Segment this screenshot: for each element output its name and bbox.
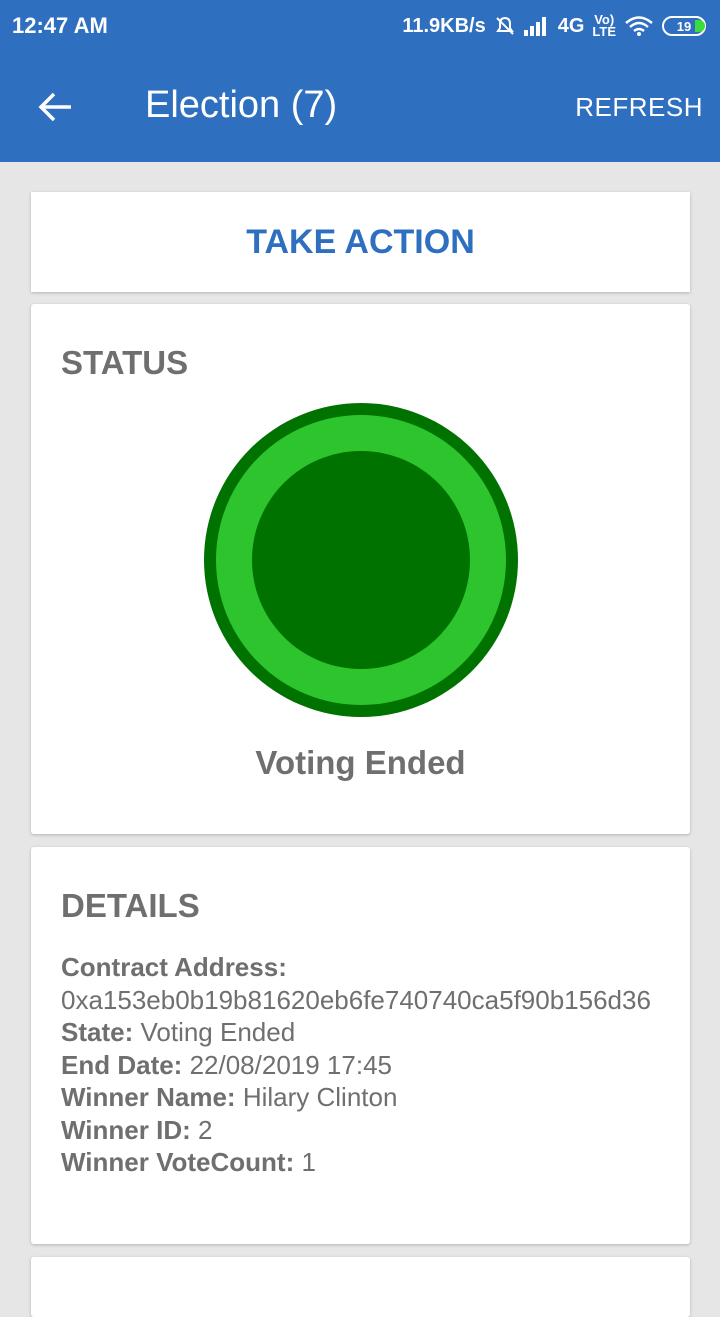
winner-name-row: Winner Name: Hilary Clinton (61, 1081, 661, 1114)
battery-icon: 19 (662, 16, 706, 36)
end-date-row: End Date: 22/08/2019 17:45 (61, 1049, 661, 1082)
winner-name-value: Hilary Clinton (242, 1082, 398, 1112)
next-card (31, 1257, 690, 1317)
network-speed: 11.9KB/s (402, 14, 486, 37)
contract-address-label: Contract Address: (61, 952, 287, 982)
winner-votecount-row: Winner VoteCount: 1 (61, 1146, 661, 1179)
status-label: Voting Ended (255, 744, 466, 781)
winner-votecount-label: Winner VoteCount: (61, 1147, 295, 1177)
network-type: 4G (557, 14, 585, 37)
contract-address-row: Contract Address: (61, 951, 661, 984)
contract-address-value: 0xa153eb0b19b81620eb6fe740740ca5f90b156d… (61, 984, 651, 1015)
status-time: 12:47 AM (12, 13, 108, 38)
state-value: Voting Ended (140, 1017, 296, 1047)
status-title: STATUS (61, 344, 189, 381)
status-bar: 12:47 AM 11.9KB/s 4G Vo) LTE 19 (0, 0, 720, 52)
winner-id-row: Winner ID: 2 (61, 1114, 661, 1147)
wifi-icon (625, 16, 653, 36)
status-indicator-ring (216, 415, 506, 705)
winner-name-label: Winner Name: (61, 1082, 236, 1112)
app-bar: Election (7) REFRESH (0, 52, 720, 162)
signal-icon (523, 17, 546, 36)
battery-level: 19 (676, 18, 692, 34)
mute-bell-icon (495, 16, 514, 35)
winner-votecount-value: 1 (301, 1147, 316, 1177)
state-label: State: (61, 1017, 134, 1047)
back-button[interactable] (30, 82, 80, 132)
state-row: State: Voting Ended (61, 1016, 661, 1049)
details-title: DETAILS (61, 887, 200, 924)
page-title: Election (7) (145, 84, 338, 126)
winner-id-label: Winner ID: (61, 1114, 191, 1145)
volte-indicator: Vo) LTE (592, 13, 616, 39)
end-date-value: 22/08/2019 17:45 (189, 1049, 392, 1080)
end-date-label: End Date: (61, 1049, 183, 1080)
status-card: STATUS Voting Ended (31, 304, 690, 834)
volte-bottom: LTE (592, 24, 616, 39)
status-indicator (204, 403, 518, 717)
status-indicator-core (252, 451, 470, 669)
status-icons: 11.9KB/s 4G Vo) LTE 19 (402, 13, 706, 39)
winner-id-value: 2 (198, 1114, 213, 1145)
refresh-button[interactable]: REFRESH (575, 92, 703, 123)
arrow-left-icon (38, 92, 71, 122)
take-action-button[interactable]: TAKE ACTION (31, 192, 690, 292)
details-card: DETAILS Contract Address: 0xa153eb0b19b8… (31, 847, 690, 1244)
details-list: Contract Address: 0xa153eb0b19b81620eb6f… (61, 951, 661, 1179)
